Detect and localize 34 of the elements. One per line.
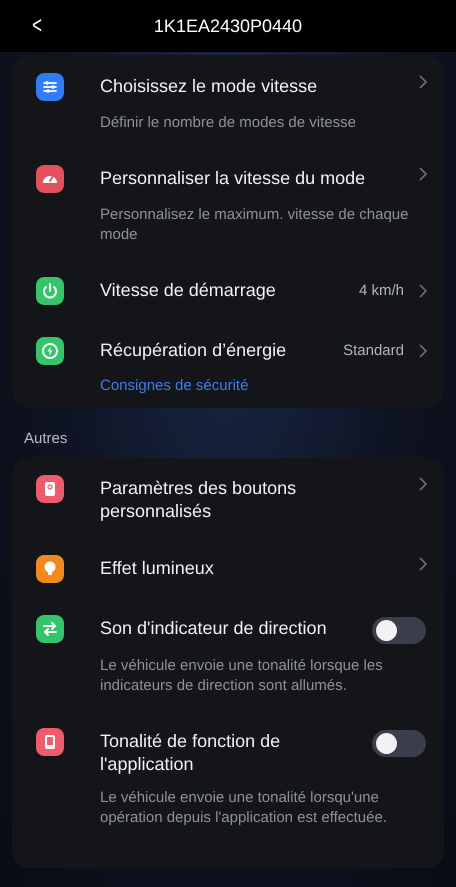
lightning-icon (36, 337, 64, 365)
chevron-right-icon (418, 344, 428, 358)
speedometer-icon (36, 165, 64, 193)
chevron-right-icon (418, 284, 428, 298)
setting-value: 4 km/h (358, 281, 404, 301)
safety-link[interactable]: Consignes de sécurité (100, 377, 248, 394)
setting-description: Définir le nombre de modes de vitesse (100, 113, 357, 133)
setting-description: Le véhicule envoie une tonalité lorsqu'une opération depuis l'application est effectuée. (100, 788, 388, 828)
back-button[interactable]: < (32, 12, 42, 40)
setting-value: Standard (343, 341, 404, 361)
power-icon (36, 277, 64, 305)
lightbulb-icon (36, 555, 64, 583)
sliders-icon (36, 73, 64, 101)
chevron-right-icon (418, 557, 428, 571)
toggle-switch[interactable] (372, 730, 426, 757)
setting-title[interactable]: Tonalité de fonction de l'application (100, 730, 372, 776)
section-heading: Autres (23, 429, 68, 449)
setting-title[interactable]: Vitesse de démarrage (100, 279, 359, 305)
setting-title[interactable]: Effet lumineux (100, 557, 418, 583)
chevron-right-icon (418, 167, 428, 181)
setting-description: Personnalisez le maximum. vitesse de chaque mode (100, 205, 410, 245)
chevron-right-icon (418, 477, 428, 491)
setting-title[interactable]: Récupération d’énergie (100, 339, 344, 365)
setting-title[interactable]: Son d'indicateur de direction (100, 617, 372, 644)
remote-icon (36, 475, 64, 503)
arrows-icon (36, 615, 64, 643)
toggle-switch[interactable] (372, 617, 426, 644)
setting-title[interactable]: Choisissez le mode vitesse (100, 75, 418, 101)
device-title: 1K1EA2430P0440 (154, 16, 302, 36)
tablet-icon (36, 728, 64, 756)
chevron-right-icon (418, 75, 428, 89)
setting-title[interactable]: Paramètres des boutons personnalisés (100, 477, 418, 523)
setting-title[interactable]: Personnaliser la vitesse du mode (100, 167, 418, 193)
setting-description: Le véhicule envoie une tonalité lorsque les indicateurs de direction sont allumés. (100, 656, 384, 696)
